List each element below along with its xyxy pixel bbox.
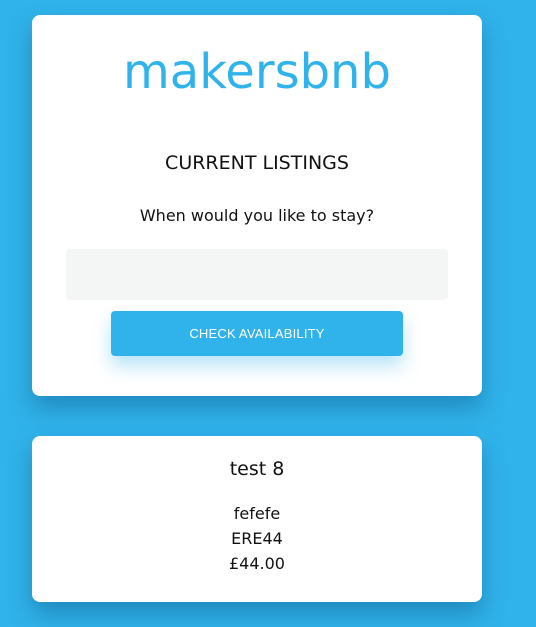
date-input[interactable]	[66, 249, 448, 300]
page-title: CURRENT LISTINGS	[165, 152, 349, 174]
search-card: makersbnb CURRENT LISTINGS When would yo…	[32, 15, 482, 396]
stay-question: When would you like to stay?	[139, 206, 375, 225]
listing-description: fefefe	[233, 504, 281, 523]
listing-name: test 8	[229, 458, 285, 480]
makersbnb-logo: makersbnb	[123, 44, 391, 100]
check-availability-button[interactable]: CHECK AVAILABILITY	[111, 311, 403, 356]
listing-code: ERE44	[231, 529, 283, 548]
listing-price: £44.00	[229, 554, 285, 573]
listing-card[interactable]: test 8 fefefe ERE44 £44.00	[32, 436, 482, 602]
